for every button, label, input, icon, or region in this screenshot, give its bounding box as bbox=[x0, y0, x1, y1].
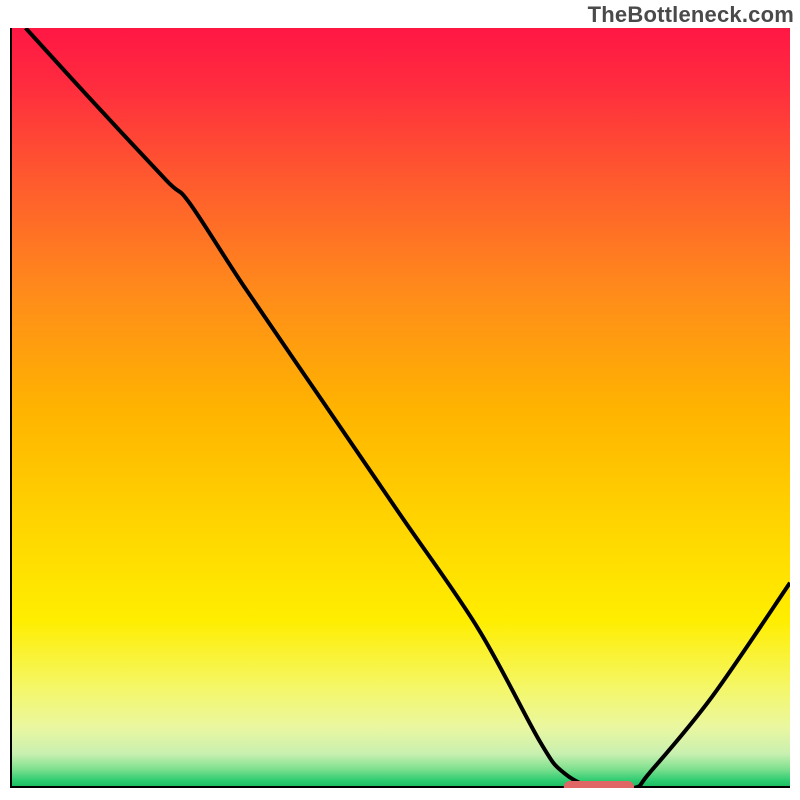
watermark-text: TheBottleneck.com bbox=[588, 2, 794, 28]
bottleneck-chart bbox=[10, 28, 790, 788]
optimal-marker bbox=[564, 781, 634, 788]
gradient-background bbox=[10, 28, 790, 788]
chart-container: TheBottleneck.com bbox=[0, 0, 800, 800]
